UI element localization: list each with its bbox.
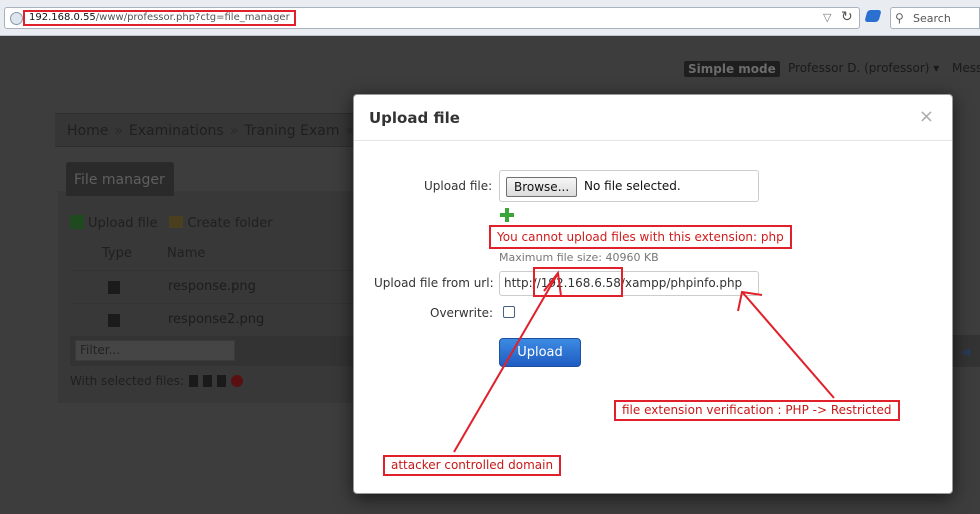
image-file-icon (108, 314, 120, 327)
table-row[interactable]: response2.png (70, 303, 358, 336)
annotation-attacker-domain: attacker controlled domain (383, 455, 562, 476)
user-menu[interactable]: Professor D. (professor) ▾ (788, 61, 939, 75)
simple-mode-button[interactable]: Simple mode (684, 61, 780, 77)
reload-icon[interactable]: ↻ (841, 9, 853, 25)
folder-icon (169, 216, 184, 228)
chevron-down-icon[interactable]: ▽ (823, 11, 831, 24)
breadcrumb-examinations[interactable]: Examinations (129, 123, 224, 139)
globe-icon (10, 12, 23, 25)
file-toolbar: Upload file Create folder (70, 215, 273, 231)
create-folder-link[interactable]: Create folder (187, 216, 272, 231)
addon-icon[interactable] (864, 10, 882, 22)
breadcrumb-home[interactable]: Home (67, 123, 108, 139)
url-text[interactable]: 192.168.0.55/www/professor.php?ctg=file_… (23, 10, 296, 26)
top-bar: Simple mode Professor D. (professor) ▾ M… (0, 60, 980, 80)
url-path: /www/professor.php?ctg=file_manager (95, 12, 290, 23)
search-placeholder: Search (913, 12, 951, 25)
annotation-arrows (453, 270, 835, 453)
arrow-extension (742, 292, 835, 399)
column-header-type[interactable]: Type (102, 246, 132, 261)
lock-icon[interactable] (189, 375, 199, 387)
delete-icon[interactable] (231, 375, 244, 387)
table-row[interactable]: response.png (70, 270, 358, 303)
address-bar[interactable]: 192.168.0.55/www/professor.php?ctg=file_… (4, 7, 860, 29)
plus-icon (70, 215, 84, 229)
arrow-domain (453, 274, 558, 453)
copy-icon[interactable] (217, 375, 227, 387)
annotation-extension-check: file extension verification : PHP -> Res… (614, 400, 900, 421)
search-icon: ⚲ (895, 11, 904, 25)
search-input[interactable]: ⚲ Search (890, 7, 980, 29)
breadcrumb: Home»Examinations»Traning Exam»Fi (55, 113, 371, 147)
file-name[interactable]: response.png (168, 279, 256, 294)
tab-file-manager[interactable]: File manager (66, 162, 174, 196)
filter-row: Filter... (70, 336, 358, 366)
url-host: 192.168.0.55 (29, 12, 96, 23)
breadcrumb-exam[interactable]: Traning Exam (244, 123, 339, 139)
filter-input[interactable]: Filter... (75, 340, 235, 361)
with-selected-files: With selected files: (70, 374, 244, 388)
pager-first-icon[interactable]: « (962, 342, 972, 361)
column-header-name[interactable]: Name (167, 246, 205, 261)
messages-link[interactable]: Mess (952, 61, 980, 75)
file-name[interactable]: response2.png (168, 312, 264, 327)
upload-file-dialog: Upload file × Upload file: Browse... No … (353, 94, 953, 494)
image-file-icon (108, 281, 120, 294)
upload-file-link[interactable]: Upload file (88, 216, 157, 231)
browser-toolbar: 192.168.0.55/www/professor.php?ctg=file_… (0, 0, 980, 36)
with-selected-label: With selected files: (70, 374, 185, 388)
unlock-icon[interactable] (203, 375, 213, 387)
